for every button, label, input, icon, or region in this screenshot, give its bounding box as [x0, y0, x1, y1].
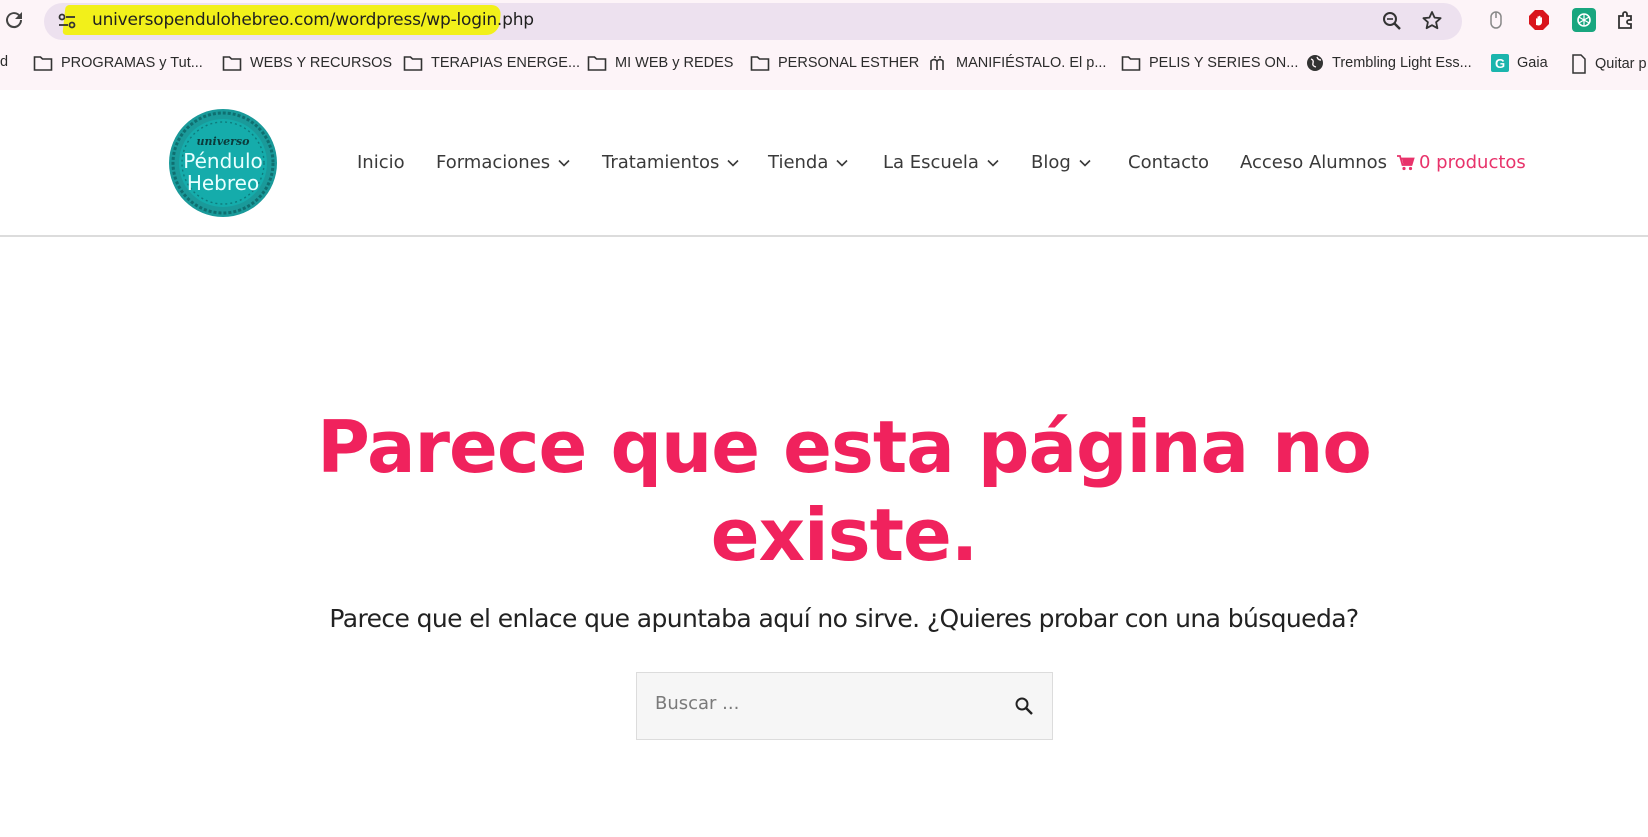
- zoom-icon[interactable]: [1380, 9, 1404, 33]
- bookmark-item[interactable]: Quitar p: [1571, 54, 1647, 74]
- bookmark-label: PROGRAMAS y Tut...: [61, 55, 203, 71]
- nav-label: Formaciones: [436, 152, 551, 173]
- bookmark-item[interactable]: PROGRAMAS y Tut...: [33, 54, 203, 72]
- bookmark-item[interactable]: Trembling Light Ess...: [1306, 54, 1472, 72]
- bookmark-item[interactable]: d: [0, 54, 8, 70]
- bookmark-item[interactable]: PERSONAL ESTHER: [750, 54, 919, 72]
- chevron-down-icon: [1079, 159, 1091, 167]
- logo-text-top: universo: [197, 135, 250, 148]
- search-form: [636, 672, 1053, 740]
- nav-item-inicio[interactable]: Inicio: [357, 152, 405, 173]
- bookmark-item[interactable]: WEBS Y RECURSOS: [222, 54, 392, 72]
- page-title: Parece que esta página no existe.: [0, 403, 1648, 579]
- bookmark-item[interactable]: MANIFIÉSTALO. El p...: [928, 54, 1106, 72]
- folder-icon: [750, 56, 770, 71]
- nav-item-tratamientos[interactable]: Tratamientos: [602, 152, 739, 173]
- nav-label: Tratamientos: [602, 152, 720, 173]
- bookmark-label: d: [0, 54, 9, 70]
- extensions-puzzle-icon[interactable]: [1614, 8, 1638, 32]
- folder-icon: [403, 56, 423, 71]
- bookmark-label: PERSONAL ESTHER: [778, 55, 920, 71]
- bookmark-item[interactable]: TERAPIAS ENERGE...: [403, 54, 580, 72]
- chatgpt-extension-icon[interactable]: [1572, 8, 1596, 32]
- nav-item-la-escuela[interactable]: La Escuela: [883, 152, 999, 173]
- mouse-extension-icon[interactable]: [1484, 8, 1508, 32]
- folder-icon: [587, 56, 607, 71]
- site-info-icon[interactable]: [56, 10, 78, 32]
- nav-item-tienda[interactable]: Tienda: [768, 152, 848, 173]
- search-input[interactable]: [655, 693, 995, 714]
- page-subtitle: Parece que el enlace que apuntaba aquí n…: [329, 604, 1359, 633]
- bookmark-label: MI WEB y REDES: [615, 55, 734, 71]
- bookmark-label: WEBS Y RECURSOS: [250, 55, 393, 71]
- shopping-cart-icon: [1397, 154, 1415, 170]
- bookmark-star-icon[interactable]: [1420, 9, 1444, 33]
- search-icon: [1015, 697, 1033, 715]
- nav-label: Inicio: [357, 152, 405, 173]
- adblock-extension-icon[interactable]: [1527, 8, 1551, 32]
- page-title-line1: Parece que esta página no: [317, 405, 1372, 489]
- gaia-icon: G: [1491, 54, 1509, 72]
- bookmark-label: Trembling Light Ess...: [1332, 55, 1472, 71]
- bookmark-label: PELIS Y SERIES ON...: [1149, 55, 1299, 71]
- bookmark-label: MANIFIÉSTALO. El p...: [956, 55, 1107, 71]
- reload-icon[interactable]: [2, 8, 26, 32]
- bookmark-label: Quitar p: [1595, 56, 1647, 72]
- folder-icon: [222, 56, 242, 71]
- page-icon: [1572, 54, 1586, 74]
- folder-icon: [1121, 56, 1141, 71]
- nav-item-blog[interactable]: Blog: [1031, 152, 1091, 173]
- globe-icon: [1307, 55, 1323, 71]
- search-button[interactable]: [1012, 695, 1036, 719]
- logo-text-line1: Péndulo: [183, 149, 263, 173]
- bookmark-label: TERAPIAS ENERGE...: [431, 55, 581, 71]
- nav-label: Acceso Alumnos: [1240, 152, 1388, 173]
- nav-label: Contacto: [1128, 152, 1210, 173]
- chevron-down-icon: [558, 159, 570, 167]
- bookmark-item[interactable]: MI WEB y REDES: [587, 54, 733, 72]
- chevron-down-icon: [727, 159, 739, 167]
- bookmarks-bar: d PROGRAMAS y Tut... WEBS Y RECURSOS TER…: [0, 50, 1648, 80]
- bookmark-item[interactable]: PELIS Y SERIES ON...: [1121, 54, 1298, 72]
- nav-label: La Escuela: [883, 152, 979, 173]
- chevron-down-icon: [836, 159, 848, 167]
- folder-icon: [33, 56, 53, 71]
- nav-item-formaciones[interactable]: Formaciones: [436, 152, 570, 173]
- cart-link[interactable]: 0 productos: [1397, 152, 1526, 173]
- nav-label: Blog: [1031, 152, 1071, 173]
- manifiestalo-icon: [930, 56, 944, 70]
- nav-item-contacto[interactable]: Contacto: [1128, 152, 1209, 173]
- site-logo[interactable]: universo Péndulo Hebreo: [168, 108, 278, 218]
- cart-label: 0 productos: [1419, 152, 1526, 173]
- bookmark-label: Gaia: [1517, 55, 1548, 71]
- url-text[interactable]: universopendulohebreo.com/wordpress/wp-l…: [92, 10, 534, 30]
- logo-text-line2: Hebreo: [187, 171, 259, 195]
- nav-label: Tienda: [768, 152, 829, 173]
- bookmark-item[interactable]: G Gaia: [1491, 54, 1548, 72]
- page-title-line2: existe.: [710, 493, 978, 577]
- nav-item-acceso-alumnos[interactable]: Acceso Alumnos: [1240, 152, 1387, 173]
- browser-chrome: universopendulohebreo.com/wordpress/wp-l…: [0, 0, 1648, 90]
- chevron-down-icon: [987, 159, 999, 167]
